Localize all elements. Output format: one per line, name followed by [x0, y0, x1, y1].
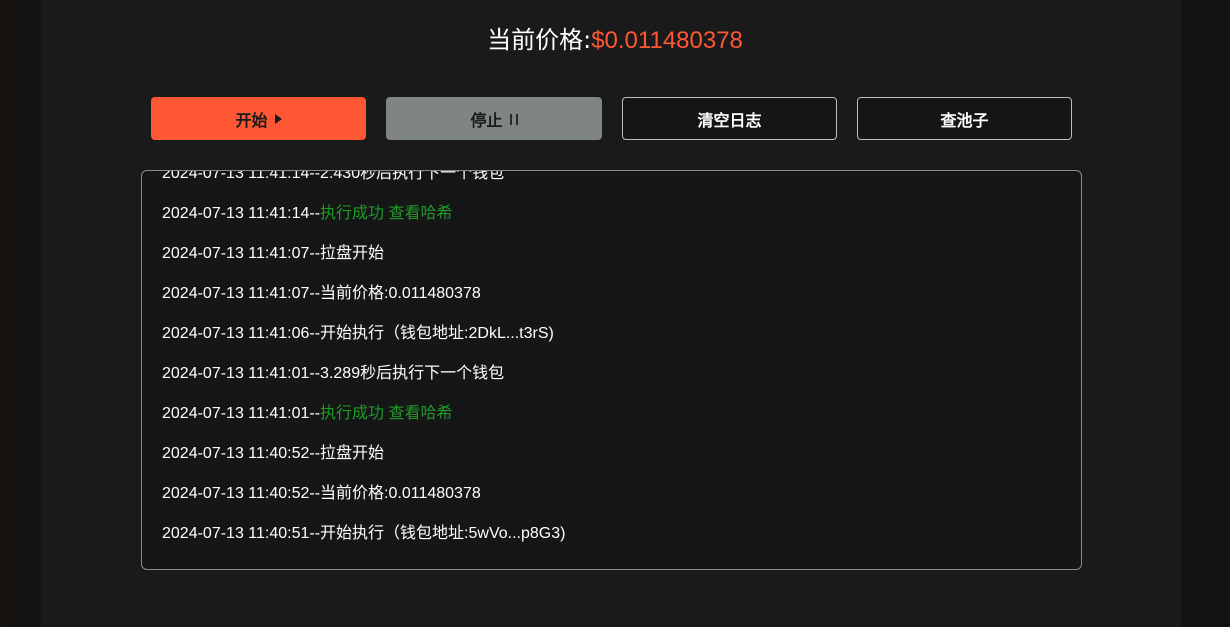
log-entry: 2024-07-13 11:41:07--拉盘开始	[162, 234, 1071, 274]
log-message: 当前价格:0.011480378	[320, 285, 481, 302]
start-button-label: 开始	[235, 110, 268, 130]
log-timestamp: 2024-07-13 11:41:14--	[162, 170, 321, 182]
log-message: 2.430秒后执行下一个钱包	[320, 170, 505, 182]
log-success-status: 执行成功	[320, 405, 385, 422]
log-message: 开始执行（钱包地址:5wVo...p8G3)	[320, 525, 566, 542]
log-entry: 2024-07-13 11:41:01--执行成功 查看哈希	[162, 394, 1071, 434]
log-timestamp: 2024-07-13 11:41:07--	[162, 285, 321, 302]
check-pool-button-label: 查池子	[940, 110, 989, 130]
log-message: 开始执行（钱包地址:2DkL...t3rS)	[320, 325, 554, 342]
log-timestamp: 2024-07-13 11:40:51--	[162, 525, 321, 542]
log-entry: 2024-07-13 11:41:14--2.430秒后执行下一个钱包	[162, 170, 1071, 194]
log-timestamp: 2024-07-13 11:41:06--	[162, 325, 321, 342]
log-entry: 2024-07-13 11:41:07--当前价格:0.011480378	[162, 274, 1071, 314]
log-timestamp: 2024-07-13 11:40:52--	[162, 485, 321, 502]
start-button[interactable]: 开始	[151, 97, 366, 140]
log-panel[interactable]: 2024-07-13 11:41:14--2.430秒后执行下一个钱包 2024-…	[141, 170, 1082, 570]
clear-log-button-label: 清空日志	[697, 110, 762, 130]
log-entry: 2024-07-13 11:40:52--拉盘开始	[162, 434, 1071, 474]
price-label: 当前价格:	[487, 26, 592, 54]
check-pool-button[interactable]: 查池子	[857, 97, 1072, 140]
stop-button[interactable]: 停止	[386, 97, 602, 140]
stop-button-label: 停止	[470, 110, 503, 130]
log-timestamp: 2024-07-13 11:41:14--	[162, 205, 321, 222]
log-message: 当前价格:0.011480378	[320, 485, 481, 502]
log-entry: 2024-07-13 11:41:06--开始执行（钱包地址:2DkL...t3…	[162, 314, 1071, 354]
left-background-edge	[0, 0, 41, 627]
play-icon	[274, 114, 282, 124]
clear-log-button[interactable]: 清空日志	[622, 97, 837, 140]
log-message: 拉盘开始	[320, 445, 385, 462]
log-message: 拉盘开始	[320, 245, 385, 262]
log-success-status: 执行成功	[320, 205, 385, 222]
log-list: 2024-07-13 11:41:14--2.430秒后执行下一个钱包 2024-…	[162, 170, 1071, 554]
log-message: 3.289秒后执行下一个钱包	[320, 365, 505, 382]
view-hash-link[interactable]: 查看哈希	[389, 205, 453, 222]
log-entry: 2024-07-13 11:40:52--当前价格:0.011480378	[162, 474, 1071, 514]
view-hash-link[interactable]: 查看哈希	[389, 405, 453, 422]
log-timestamp: 2024-07-13 11:41:01--	[162, 405, 321, 422]
log-timestamp: 2024-07-13 11:41:01--	[162, 365, 321, 382]
pause-icon	[509, 113, 518, 125]
log-timestamp: 2024-07-13 11:40:52--	[162, 445, 321, 462]
current-price-display: 当前价格:$0.011480378	[0, 22, 1230, 59]
price-value: $0.011480378	[591, 27, 743, 54]
log-entry: 2024-07-13 11:40:51--开始执行（钱包地址:5wVo...p8…	[162, 514, 1071, 554]
log-timestamp: 2024-07-13 11:41:07--	[162, 245, 321, 262]
log-entry: 2024-07-13 11:41:14--执行成功 查看哈希	[162, 194, 1071, 234]
right-background-edge	[1182, 0, 1230, 627]
log-entry: 2024-07-13 11:41:01--3.289秒后执行下一个钱包	[162, 354, 1071, 394]
